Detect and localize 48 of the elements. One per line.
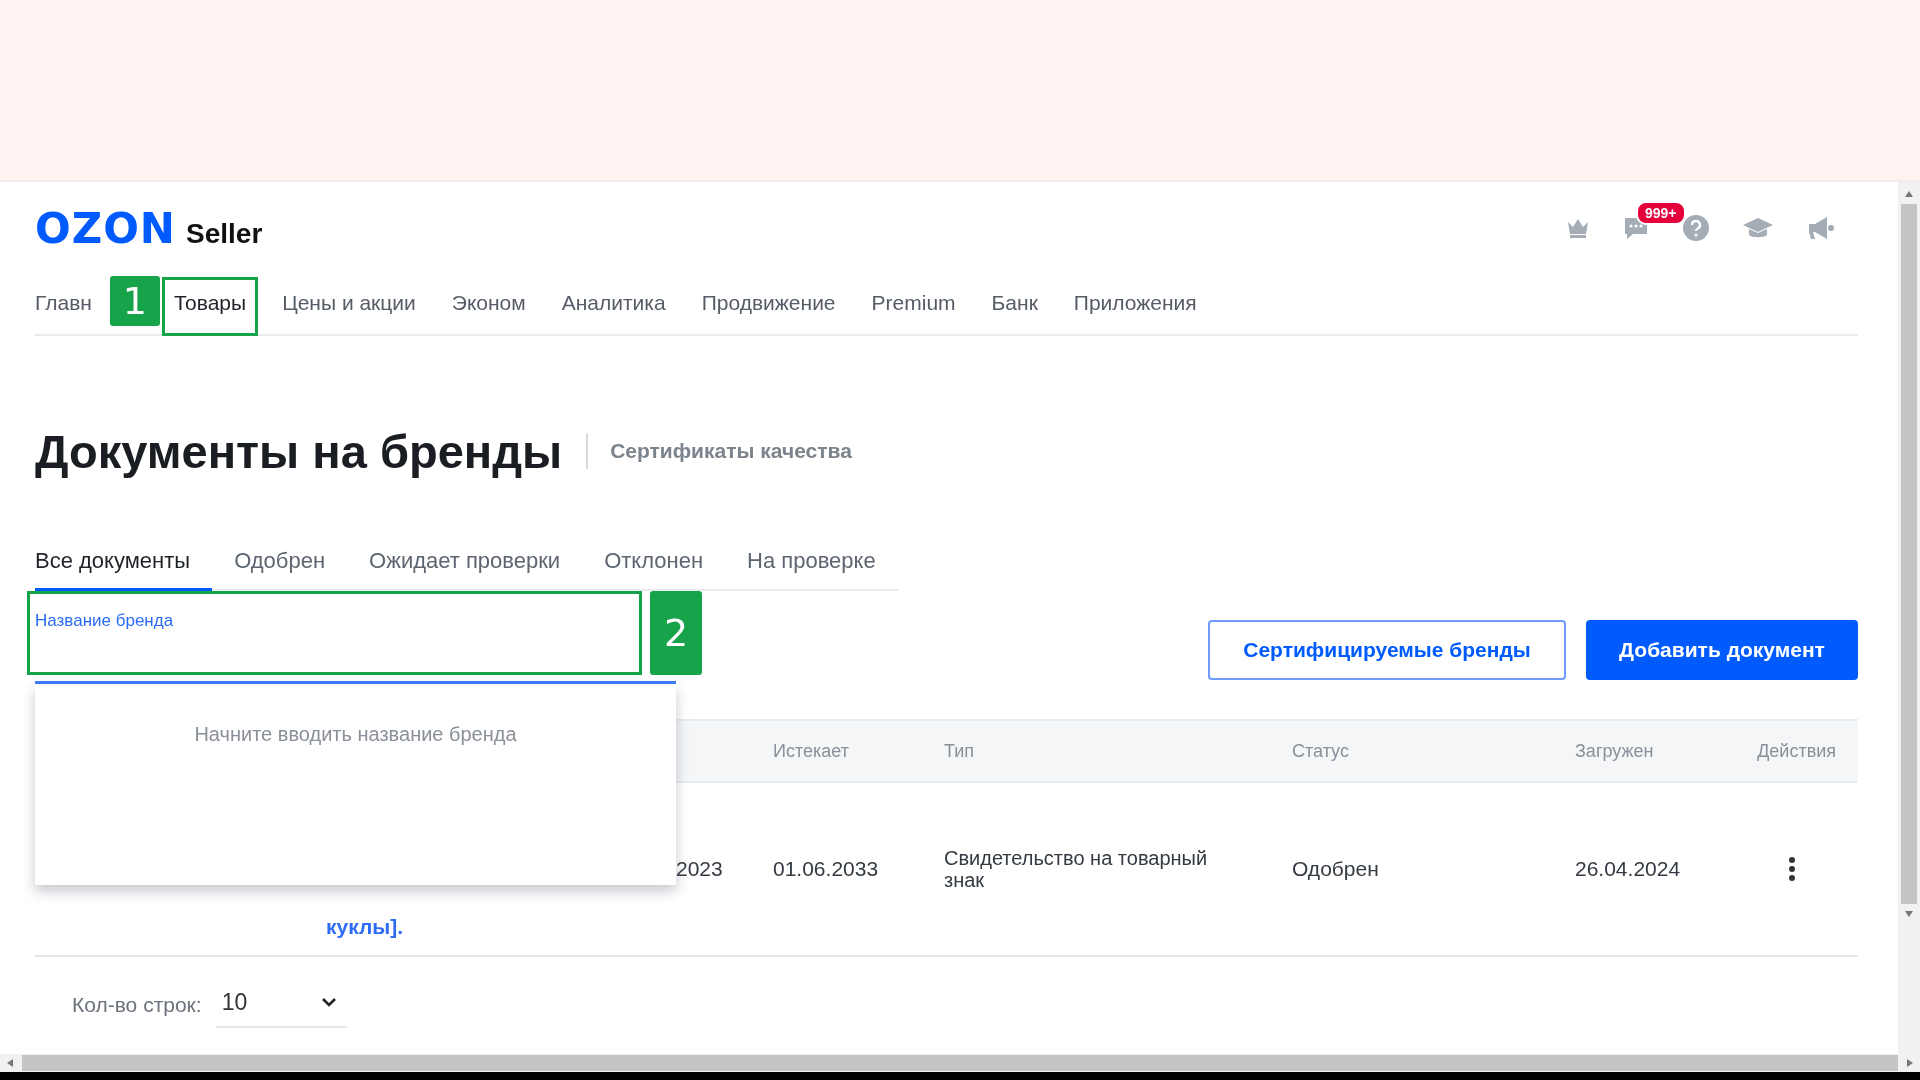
annotation-marker: 2 bbox=[650, 591, 702, 675]
brand-search-field[interactable]: Название бренда bbox=[27, 591, 642, 675]
notification-badge: 999+ bbox=[1636, 201, 1686, 225]
graduation-cap-icon[interactable] bbox=[1742, 216, 1774, 240]
table-cell-text: 2023 bbox=[676, 857, 724, 881]
column-header: Действия bbox=[1756, 740, 1837, 762]
nav-tab[interactable]: Приложения bbox=[1061, 291, 1209, 336]
chevron-down-icon bbox=[320, 997, 337, 1007]
rows-per-page-label: Кол-во строк: bbox=[72, 993, 202, 1017]
help-icon[interactable] bbox=[1682, 214, 1710, 242]
action-button[interactable]: Добавить документ bbox=[1586, 620, 1858, 680]
ozon-seller-logo[interactable]: OZON Seller bbox=[35, 203, 263, 253]
nav-tab[interactable]: Аналитика bbox=[549, 291, 678, 336]
column-header: Статус bbox=[1292, 740, 1350, 762]
scroll-right-icon[interactable] bbox=[1906, 1058, 1914, 1068]
table-cell-text: 01.06.2033 bbox=[773, 857, 880, 881]
page-title: Документы на бренды bbox=[35, 423, 563, 479]
column-header: Тип bbox=[944, 740, 975, 762]
nav-tab[interactable]: Эконом bbox=[439, 291, 538, 336]
scroll-left-icon[interactable] bbox=[6, 1058, 14, 1068]
vertical-scrollbar[interactable] bbox=[1898, 182, 1920, 1054]
filter-tab[interactable]: Одобрен bbox=[212, 548, 348, 591]
rows-per-page-select[interactable]: 10 bbox=[215, 982, 347, 1028]
horizontal-scrollbar[interactable] bbox=[0, 1054, 1920, 1072]
crown-icon[interactable] bbox=[1566, 217, 1590, 239]
filter-tab[interactable]: Ожидает проверки bbox=[347, 548, 583, 591]
column-header: Истекает bbox=[773, 740, 850, 762]
megaphone-icon[interactable] bbox=[1806, 214, 1836, 242]
filter-tab[interactable]: Отклонен bbox=[582, 548, 726, 591]
more-icon[interactable] bbox=[1788, 856, 1796, 882]
table-cell-text: Свидетельство на товарный знак bbox=[944, 847, 1209, 891]
quality-certificates-link[interactable]: Сертификаты качества bbox=[610, 439, 852, 463]
nav-tab[interactable]: Товары bbox=[161, 277, 259, 336]
table-cell-text: Одобрен bbox=[1292, 857, 1380, 881]
action-button[interactable]: Сертифицируемые бренды bbox=[1208, 620, 1566, 680]
brand-link[interactable]: куклы]. bbox=[326, 915, 404, 938]
dropdown-hint: Начните вводить название бренда bbox=[194, 723, 517, 746]
scroll-up-icon[interactable] bbox=[1904, 190, 1914, 198]
nav-tab[interactable]: Продвижение bbox=[689, 291, 848, 336]
table-cell-text: 26.04.2024 bbox=[1575, 857, 1682, 881]
annotation-marker: 1 bbox=[109, 276, 160, 326]
nav-tab[interactable]: Premium bbox=[859, 291, 968, 336]
nav-tab[interactable]: Главн bbox=[35, 291, 104, 336]
scroll-down-icon[interactable] bbox=[1904, 910, 1914, 918]
column-header: Загружен bbox=[1575, 740, 1655, 762]
nav-tab[interactable]: Банк bbox=[979, 291, 1050, 336]
filter-tab[interactable]: На проверке bbox=[725, 548, 898, 591]
nav-tab[interactable]: Цены и акции bbox=[270, 291, 428, 336]
